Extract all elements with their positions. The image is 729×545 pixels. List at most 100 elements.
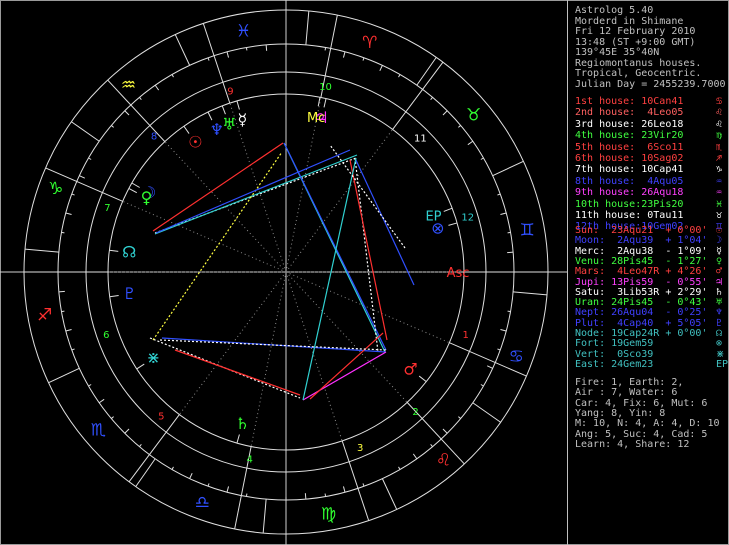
- degree-tick: [500, 328, 507, 332]
- house-number: 8: [151, 131, 157, 142]
- degree-tick: [398, 74, 401, 78]
- info-panel: Astrolog 5.40 Morderd in Shimane Fri 12 Fe…: [567, 0, 729, 545]
- planet-pointer: [109, 295, 119, 298]
- planet-glyph-icon: ☊: [122, 243, 136, 262]
- degree-tick: [65, 212, 72, 216]
- header-line: Tropical, Geocentric.: [575, 68, 702, 79]
- planet-position: 24Gem23: [611, 358, 666, 370]
- aspect-line: [302, 157, 357, 401]
- zodiac-sign-icon: ♒: [121, 75, 136, 95]
- planet-pointer: [236, 434, 240, 444]
- zodiac-sign-icon: ♏: [91, 420, 106, 440]
- degree-tick: [486, 365, 493, 369]
- house-cusp-line: [128, 414, 180, 483]
- degree-tick: [171, 74, 174, 78]
- header-line: Fri 12 February 2010: [575, 26, 696, 37]
- planet-pointer: [128, 187, 138, 194]
- house-cusp-dotted: [285, 271, 408, 403]
- header-line: Astrolog 5.40: [575, 5, 654, 16]
- zodiac-sign-icon: ♍: [321, 504, 336, 524]
- planet-glyph-icon: Asc: [447, 266, 470, 281]
- zodiac-sign-icon: ♌: [436, 451, 451, 471]
- degree-tick: [139, 97, 142, 100]
- degree-tick: [245, 493, 248, 497]
- planet-label: East:: [575, 358, 612, 370]
- degree-tick: [362, 483, 365, 487]
- aspect-line: [161, 337, 387, 353]
- house-value: 4Aqu05: [641, 175, 684, 187]
- house-number: 9: [227, 86, 233, 97]
- degree-tick: [324, 47, 327, 51]
- house-row: 7th house: 10Cap41 ♑: [575, 164, 722, 176]
- degree-tick: [61, 310, 65, 313]
- degree-tick: [171, 466, 174, 470]
- house-row: 2nd house: 4Leo05 ♌: [575, 107, 722, 119]
- house-row: 3rd house: 26Leo18 ♌: [575, 118, 722, 130]
- degree-tick: [226, 51, 230, 58]
- planet-pointer: [109, 249, 119, 252]
- degree-tick: [497, 348, 501, 351]
- sign-divider: [48, 367, 80, 384]
- degree-tick: [458, 125, 461, 128]
- zodiac-sign-icon: ♐: [37, 306, 52, 326]
- sign-icon: ♒: [716, 175, 723, 187]
- degree-tick: [458, 416, 461, 419]
- house-value: 6Sco11: [641, 141, 684, 153]
- house-label: 5th house:: [575, 141, 642, 153]
- house-row: 10th house:23Pis20 ♓: [575, 199, 722, 210]
- house-row: 1st house: 10Can41 ♋: [575, 96, 722, 107]
- planet-pointer: [323, 98, 327, 108]
- house-row: 8th house: 4Aqu05 ♒: [575, 175, 722, 187]
- degree-tick: [139, 444, 142, 447]
- planet-glyph-icon: ♅: [222, 114, 236, 133]
- aspect-line: [283, 142, 387, 351]
- header-line: Morderd in Shimane: [575, 15, 684, 27]
- house-label: 2nd house:: [575, 107, 642, 119]
- degree-tick: [65, 328, 72, 332]
- sign-divider: [135, 458, 156, 487]
- sign-icon: ♐: [716, 153, 723, 164]
- degree-tick: [480, 157, 484, 160]
- house-label: 3rd house:: [575, 118, 642, 130]
- house-cusp-dotted: [285, 271, 450, 344]
- degree-tick: [500, 212, 507, 216]
- degree-tick: [342, 486, 346, 493]
- degree-tick: [189, 472, 193, 479]
- house-cusp-dotted: [285, 271, 343, 442]
- planet-pointer: [448, 222, 458, 226]
- house-label: 7th house:: [575, 164, 642, 176]
- house-number: 4: [247, 455, 253, 466]
- degree-tick: [507, 310, 511, 313]
- zodiac-sign-icon: ♉: [466, 106, 481, 126]
- planet-pointer: [418, 375, 427, 382]
- sign-icon: ♌: [716, 107, 723, 119]
- planet-glyph-icon: ♂: [403, 359, 417, 378]
- degree-tick: [265, 44, 268, 51]
- degree-tick: [467, 140, 474, 146]
- house-value: 10Sag02: [641, 153, 684, 164]
- degree-tick: [398, 466, 401, 470]
- sign-divider: [381, 478, 398, 510]
- degree-tick: [124, 110, 130, 116]
- planet-glyph-icon: EP: [425, 209, 441, 224]
- degree-tick: [124, 428, 130, 434]
- zodiac-sign-icon: ♓: [236, 22, 251, 42]
- planet-pointer: [183, 125, 190, 134]
- header-line: Julian Day = 2455239.7000: [575, 78, 726, 90]
- zodiac-sign-icon: ♎: [195, 493, 210, 513]
- degree-tick: [442, 428, 448, 434]
- degree-tick: [480, 384, 484, 387]
- degree-tick: [442, 110, 448, 116]
- house-value: 26Aqu18: [641, 187, 684, 199]
- planet-glyph-icon: ♆: [210, 120, 224, 139]
- degree-tick: [379, 65, 383, 72]
- house-number: 10: [319, 82, 332, 93]
- house-value: 26Leo18: [641, 118, 684, 130]
- planet-pointer: [136, 363, 145, 370]
- header-line: 139°45E 35°40N: [575, 47, 660, 58]
- zodiac-sign-icon: ♑: [48, 179, 63, 199]
- degree-tick: [154, 84, 160, 91]
- house-label: 9th house:: [575, 187, 642, 199]
- house-label: 6th house:: [575, 153, 642, 164]
- aspect-line: [154, 154, 358, 235]
